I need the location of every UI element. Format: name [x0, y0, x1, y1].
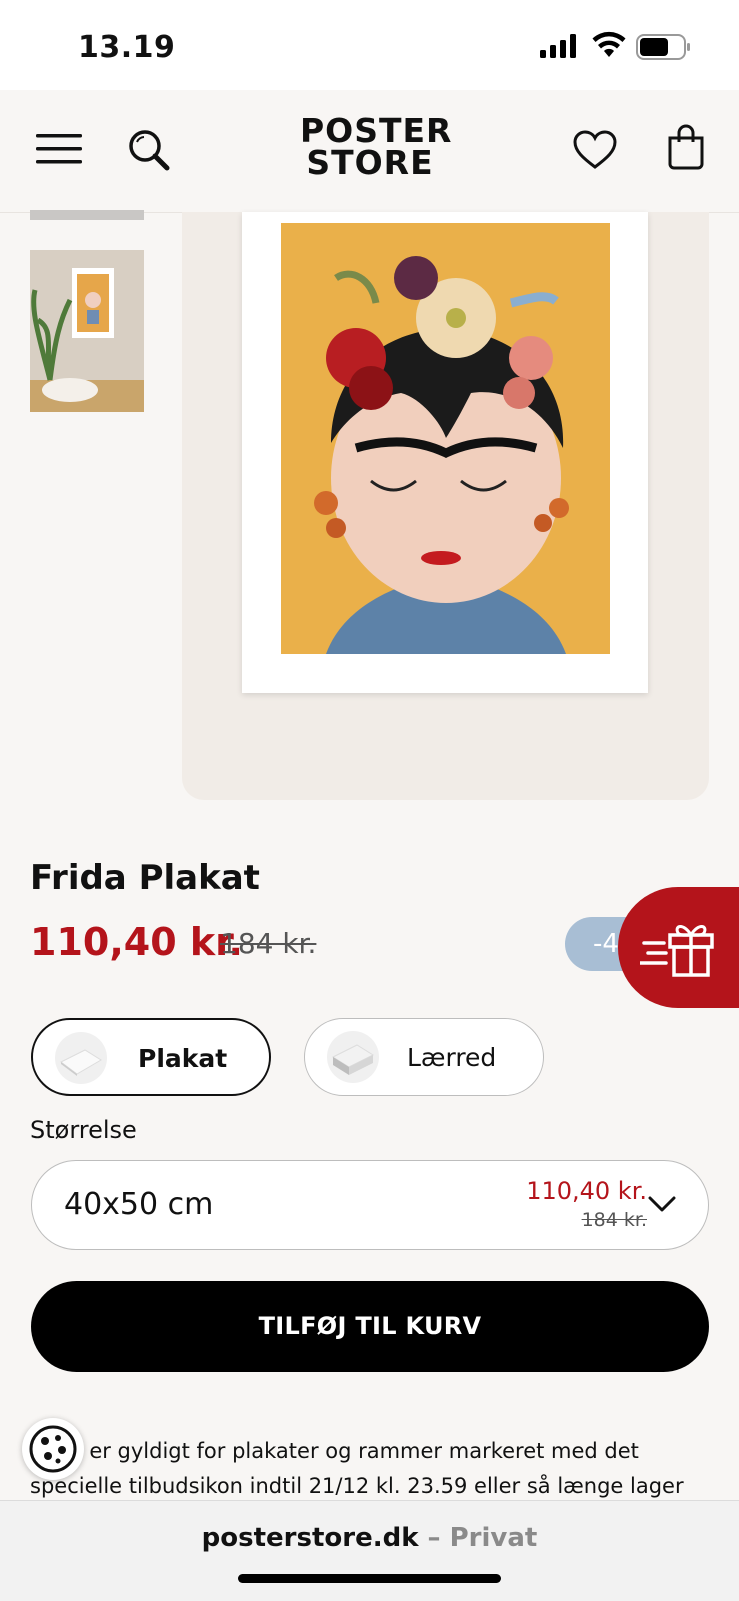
description-line-2: specielle tilbudsikon indtil 21/12 kl. 2…: [30, 1474, 684, 1498]
format-label-laerred: Lærred: [407, 1043, 497, 1072]
size-value: 40x50 cm: [64, 1187, 214, 1222]
site-logo[interactable]: POSTER STORE: [300, 114, 451, 182]
room-view-image: [30, 250, 144, 412]
url-domain: posterstore.dk: [201, 1523, 419, 1553]
size-dropdown[interactable]: 40x50 cm 110,40 kr. 184 kr.: [31, 1160, 709, 1250]
cookie-icon: [29, 1425, 77, 1473]
browser-address-bar[interactable]: posterstore.dk – Privat: [0, 1500, 739, 1601]
format-label-plakat: Plakat: [138, 1044, 228, 1073]
gift-button[interactable]: [618, 887, 739, 1008]
gift-icon: [640, 925, 714, 977]
cellular-signal-icon: [540, 34, 576, 58]
cookie-settings-button[interactable]: [22, 1418, 84, 1480]
description-line-1: ud er gyldigt for plakater og rammer mar…: [56, 1439, 639, 1463]
hamburger-icon[interactable]: [36, 134, 82, 164]
size-price: 110,40 kr.: [526, 1177, 647, 1205]
canvas-format-icon: [327, 1031, 379, 1083]
frida-poster-artwork: [281, 223, 610, 654]
format-option-laerred[interactable]: Lærred: [304, 1018, 544, 1096]
size-old-price: 184 kr.: [581, 1209, 647, 1231]
search-icon[interactable]: [127, 128, 171, 172]
product-title: Frida Plakat: [30, 858, 260, 898]
wifi-icon: [592, 31, 626, 57]
format-option-plakat[interactable]: Plakat: [31, 1018, 271, 1096]
bag-icon[interactable]: [667, 124, 705, 170]
private-mode-label: – Privat: [418, 1523, 538, 1553]
thumbnail-room-view[interactable]: [30, 250, 144, 412]
url-display: posterstore.dk – Privat: [0, 1523, 739, 1553]
battery-icon: [636, 34, 690, 60]
logo-line-2: STORE: [306, 143, 434, 182]
heart-icon[interactable]: [573, 130, 617, 170]
home-indicator[interactable]: [238, 1574, 501, 1583]
poster-format-icon: [55, 1032, 107, 1084]
chevron-down-icon: [648, 1196, 676, 1212]
product-price: 110,40 kr.: [30, 920, 243, 964]
add-to-cart-button[interactable]: TILFØJ TIL KURV: [31, 1281, 709, 1372]
product-old-price: 184 kr.: [220, 927, 317, 960]
status-time: 13.19: [78, 30, 176, 65]
status-bar: 13.19: [0, 0, 739, 90]
thumbnail-previous[interactable]: [30, 210, 144, 220]
size-label: Størrelse: [30, 1116, 137, 1144]
offer-description: ud er gyldigt for plakater og rammer mar…: [30, 1434, 710, 1504]
